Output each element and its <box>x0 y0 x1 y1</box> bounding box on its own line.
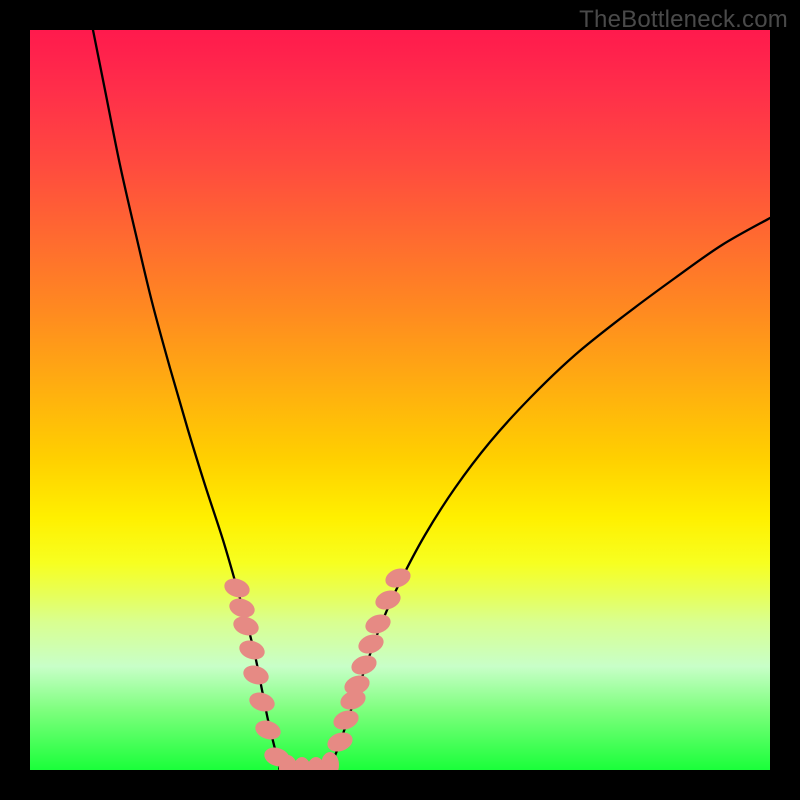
knots-group <box>222 565 413 770</box>
knot <box>231 613 261 638</box>
knot <box>363 611 394 637</box>
knot <box>349 652 380 678</box>
curve-group <box>93 30 770 770</box>
plot-area <box>30 30 770 770</box>
bottleneck-curve <box>93 30 770 770</box>
knot <box>222 575 252 600</box>
knot <box>253 717 283 742</box>
knot <box>383 565 414 591</box>
knot <box>356 631 387 657</box>
chart-svg <box>30 30 770 770</box>
chart-frame: TheBottleneck.com <box>0 0 800 800</box>
knot <box>331 707 362 733</box>
watermark-text: TheBottleneck.com <box>579 6 788 34</box>
knot <box>373 587 404 613</box>
knot <box>237 637 267 662</box>
knot <box>325 729 356 755</box>
knot <box>241 662 271 687</box>
knot <box>247 689 277 714</box>
